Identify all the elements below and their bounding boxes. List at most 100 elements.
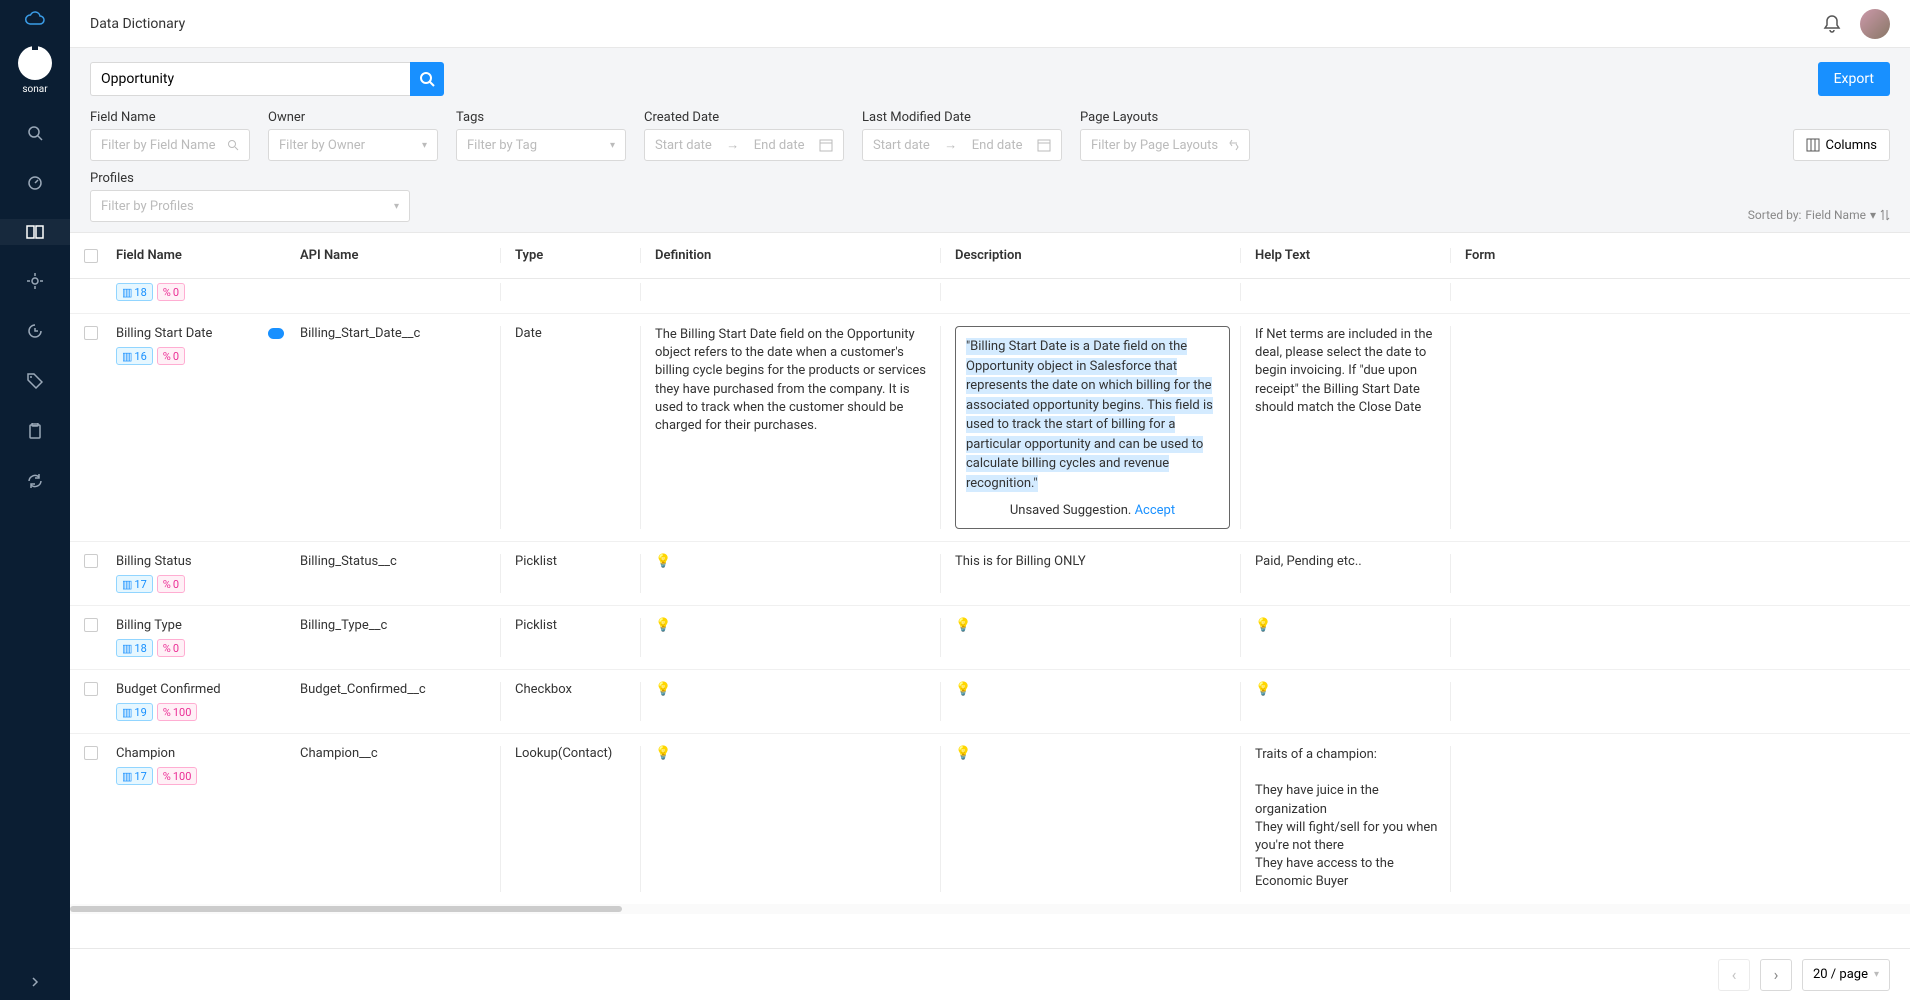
percent-badge: % 0 xyxy=(157,283,185,301)
nav-dictionary[interactable] xyxy=(0,219,70,245)
bulb-icon[interactable]: 💡 xyxy=(655,554,671,569)
search-button[interactable] xyxy=(410,62,444,96)
percent-badge: % 100 xyxy=(157,703,198,721)
field-name: Billing Status xyxy=(116,554,192,569)
field-type: Lookup(Contact) xyxy=(500,746,640,892)
table-row: Billing Start Date ▥ 16% 0 Billing_Start… xyxy=(70,314,1910,542)
bulb-icon[interactable]: 💡 xyxy=(655,618,671,633)
page-header: Data Dictionary xyxy=(70,0,1910,48)
suggestion-text: "Billing Start Date is a Date field on t… xyxy=(966,338,1213,492)
api-name: Budget_Confirmed__c xyxy=(300,682,500,721)
row-checkbox[interactable] xyxy=(84,682,98,696)
field-type: Picklist xyxy=(500,554,640,593)
main-content: Data Dictionary Export Field Name Filter… xyxy=(70,0,1910,1000)
bulb-icon[interactable]: 💡 xyxy=(955,746,971,761)
field-name: Champion xyxy=(116,746,175,761)
layout-badge: ▥ 18 xyxy=(116,639,153,657)
page-size-select[interactable]: 20 / page▾ xyxy=(1802,959,1890,991)
horizontal-scrollbar[interactable] xyxy=(70,904,1910,914)
table-row: Budget Confirmed ▥ 19% 100 Budget_Confir… xyxy=(70,670,1910,734)
help-text: Paid, Pending etc.. xyxy=(1240,554,1450,593)
filter-fieldname[interactable]: Filter by Field Name xyxy=(90,129,250,161)
next-page-button[interactable]: › xyxy=(1760,959,1792,991)
bulb-icon[interactable]: 💡 xyxy=(955,618,971,633)
col-header-type[interactable]: Type xyxy=(500,248,640,263)
nav-dashboard[interactable] xyxy=(0,169,70,197)
layout-badge: ▥ 17 xyxy=(116,575,153,593)
col-header-helptext[interactable]: Help Text xyxy=(1240,248,1450,263)
bulb-icon[interactable]: 💡 xyxy=(655,682,671,697)
nav-time[interactable] xyxy=(0,317,70,345)
filter-label-profiles: Profiles xyxy=(90,171,410,186)
nav-clipboard[interactable] xyxy=(0,417,70,445)
bulb-icon[interactable]: 💡 xyxy=(655,746,671,761)
table-row: Champion ▥ 17% 100 Champion__c Lookup(Co… xyxy=(70,734,1910,904)
row-checkbox[interactable] xyxy=(84,554,98,568)
table-row: Billing Status ▥ 17% 0 Billing_Status__c… xyxy=(70,542,1910,606)
table-row: ▥ 18% 0 xyxy=(70,279,1910,314)
search-input[interactable] xyxy=(90,62,410,96)
expand-sidebar[interactable] xyxy=(29,976,41,988)
layout-badge: ▥ 16 xyxy=(116,347,153,365)
api-name: Champion__c xyxy=(300,746,500,892)
col-header-description[interactable]: Description xyxy=(940,248,1240,263)
field-type: Picklist xyxy=(500,618,640,657)
help-text: If Net terms are included in the deal, p… xyxy=(1240,326,1450,529)
definition: The Billing Start Date field on the Oppo… xyxy=(640,326,940,529)
filter-label-fieldname: Field Name xyxy=(90,110,250,125)
export-button[interactable]: Export xyxy=(1818,62,1890,96)
filter-label-created: Created Date xyxy=(644,110,844,125)
bulb-icon[interactable]: 💡 xyxy=(1255,618,1271,633)
salesforce-icon xyxy=(268,328,284,339)
filter-label-modified: Last Modified Date xyxy=(862,110,1062,125)
col-header-definition[interactable]: Definition xyxy=(640,248,940,263)
filter-profiles[interactable]: Filter by Profiles▾ xyxy=(90,190,410,222)
col-header-fieldname[interactable]: Field Name xyxy=(110,248,300,263)
filter-modified-date[interactable]: Start date→End date xyxy=(862,129,1062,161)
layout-badge: ▥ 17 xyxy=(116,767,153,785)
suggestion-box: "Billing Start Date is a Date field on t… xyxy=(955,326,1230,529)
bulb-icon[interactable]: 💡 xyxy=(955,682,971,697)
col-header-apiname[interactable]: API Name xyxy=(300,248,500,263)
data-table: Field Name API Name Type Definition Desc… xyxy=(70,233,1910,948)
row-checkbox[interactable] xyxy=(84,746,98,760)
field-name: Billing Start Date xyxy=(116,326,212,341)
col-header-formula[interactable]: Form xyxy=(1450,248,1910,263)
filter-created-date[interactable]: Start date→End date xyxy=(644,129,844,161)
table-header: Field Name API Name Type Definition Desc… xyxy=(70,233,1910,279)
cloud-icon xyxy=(24,10,46,26)
user-avatar[interactable] xyxy=(1860,9,1890,39)
nav-sync[interactable] xyxy=(0,467,70,495)
api-name: Billing_Status__c xyxy=(300,554,500,593)
percent-badge: % 0 xyxy=(157,575,185,593)
percent-badge: % 100 xyxy=(157,767,198,785)
app-logo: sonar xyxy=(18,46,52,95)
nav-search[interactable] xyxy=(0,119,70,147)
percent-badge: % 0 xyxy=(157,347,185,365)
accept-suggestion-link[interactable]: Accept xyxy=(1135,503,1176,518)
percent-badge: % 0 xyxy=(157,639,185,657)
description: This is for Billing ONLY xyxy=(940,554,1240,593)
row-checkbox[interactable] xyxy=(84,618,98,632)
select-all-checkbox[interactable] xyxy=(84,249,98,263)
prev-page-button[interactable]: ‹ xyxy=(1718,959,1750,991)
filter-bar: Export Field Name Filter by Field Name O… xyxy=(70,48,1910,233)
layout-badge: ▥ 19 xyxy=(116,703,153,721)
sidebar: sonar xyxy=(0,0,70,1000)
columns-button[interactable]: Columns xyxy=(1793,129,1891,161)
filter-owner[interactable]: Filter by Owner▾ xyxy=(268,129,438,161)
notifications-icon[interactable] xyxy=(1822,14,1842,34)
field-type: Checkbox xyxy=(500,682,640,721)
filter-layouts[interactable]: Filter by Page Layouts xyxy=(1080,129,1250,161)
bulb-icon[interactable]: 💡 xyxy=(1255,682,1271,697)
filter-tags[interactable]: Filter by Tag▾ xyxy=(456,129,626,161)
table-row: Billing Type ▥ 18% 0 Billing_Type__c Pic… xyxy=(70,606,1910,670)
sorted-by[interactable]: Sorted by: Field Name ▾ xyxy=(1748,208,1890,222)
row-checkbox[interactable] xyxy=(84,326,98,340)
help-text: Traits of a champion: They have juice in… xyxy=(1240,746,1450,892)
nav-target[interactable] xyxy=(0,267,70,295)
filter-label-owner: Owner xyxy=(268,110,438,125)
filter-label-tags: Tags xyxy=(456,110,626,125)
nav-tag[interactable] xyxy=(0,367,70,395)
field-name: Billing Type xyxy=(116,618,182,633)
